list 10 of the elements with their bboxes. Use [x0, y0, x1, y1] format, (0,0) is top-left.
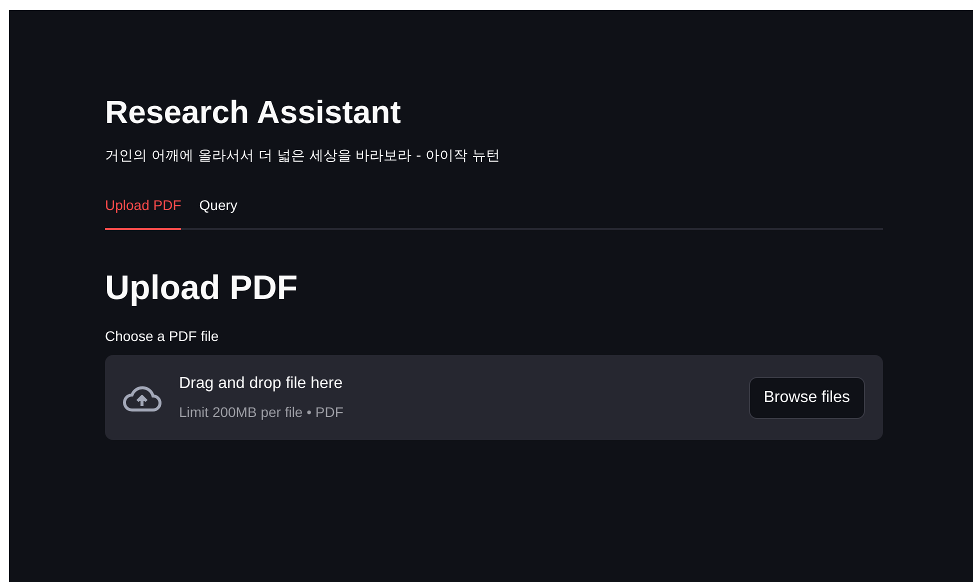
- file-limit: Limit 200MB per file • PDF: [179, 403, 344, 422]
- field-label: Choose a PDF file: [105, 327, 219, 346]
- browse-files-button[interactable]: Browse files: [748, 376, 865, 418]
- tab[interactable]: Upload PDF: [105, 195, 182, 230]
- app-title: Research Assistant: [105, 93, 401, 132]
- section-heading: Upload PDF: [105, 268, 298, 309]
- tab[interactable]: Query: [199, 195, 238, 230]
- file-dropzone[interactable]: Drag and drop file here Limit 200MB per file • PDF Browse files: [105, 355, 883, 440]
- subtitle: 거인의 어깨에 올라서서 더 넓은 세상을 바라보라 - 아이작 뉴턴: [105, 147, 500, 166]
- drop-instruction: Drag and drop file here: [179, 374, 344, 394]
